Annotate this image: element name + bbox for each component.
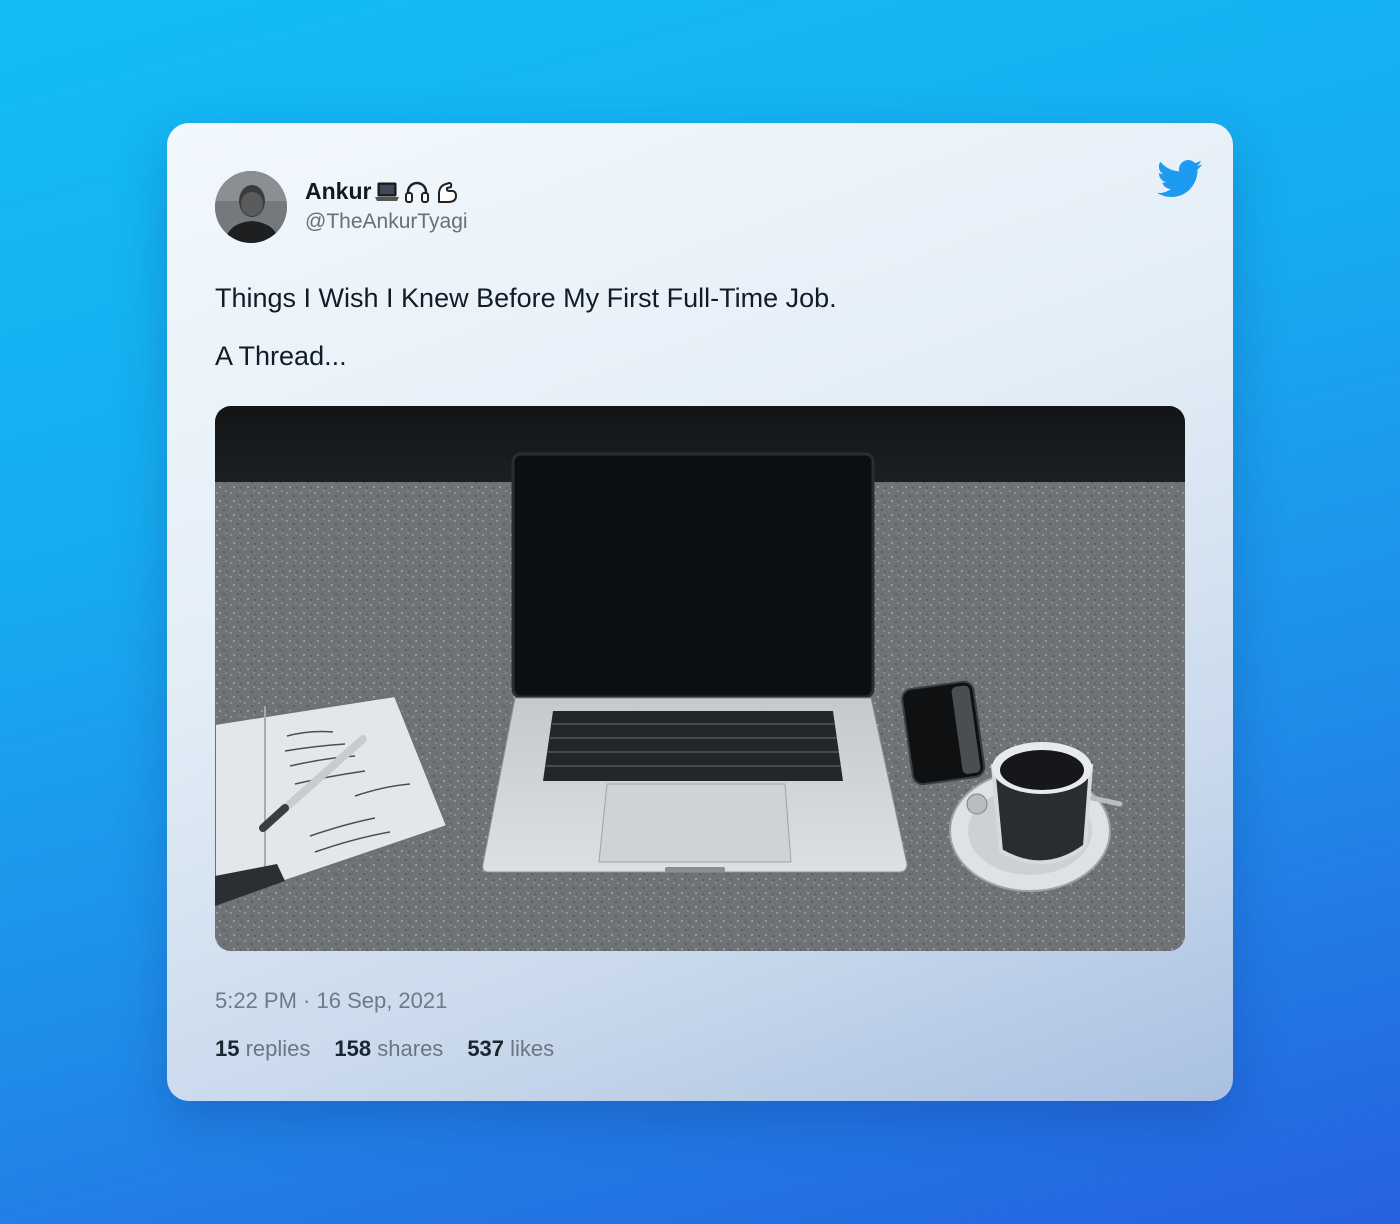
tweet-image[interactable] xyxy=(215,406,1185,951)
likes-stat[interactable]: 537 likes xyxy=(467,1036,554,1062)
replies-label: replies xyxy=(245,1036,311,1061)
headphones-emoji-icon xyxy=(403,179,431,205)
tweet-text: Things I Wish I Knew Before My First Ful… xyxy=(215,281,837,374)
twitter-bird-icon xyxy=(1157,160,1203,198)
laptop-emoji-icon xyxy=(373,179,401,205)
tweet-timestamp[interactable]: 5:22 PM · 16 Sep, 2021 xyxy=(215,988,447,1014)
likes-label: likes xyxy=(510,1036,555,1061)
replies-count: 15 xyxy=(215,1036,240,1061)
shares-label: shares xyxy=(377,1036,444,1061)
tweet-card: Ankur @TheAnkurTyagi Things I Wish I Kne… xyxy=(167,123,1233,1101)
author-name[interactable]: Ankur xyxy=(305,178,371,205)
shares-stat[interactable]: 158 shares xyxy=(334,1036,443,1062)
flexed-biceps-emoji-icon xyxy=(433,179,461,205)
tweet-text-line-1: Things I Wish I Knew Before My First Ful… xyxy=(215,283,837,313)
author-handle[interactable]: @TheAnkurTyagi xyxy=(305,210,468,234)
tweet-stats: 15 replies 158 shares 537 likes xyxy=(215,1036,554,1062)
avatar[interactable] xyxy=(215,171,287,243)
shares-count: 158 xyxy=(334,1036,372,1061)
likes-count: 537 xyxy=(467,1036,505,1061)
tweet-text-line-2: A Thread... xyxy=(215,341,347,372)
replies-stat[interactable]: 15 replies xyxy=(215,1036,310,1062)
author-block: Ankur @TheAnkurTyagi xyxy=(305,178,468,234)
author-name-row[interactable]: Ankur xyxy=(305,178,468,205)
